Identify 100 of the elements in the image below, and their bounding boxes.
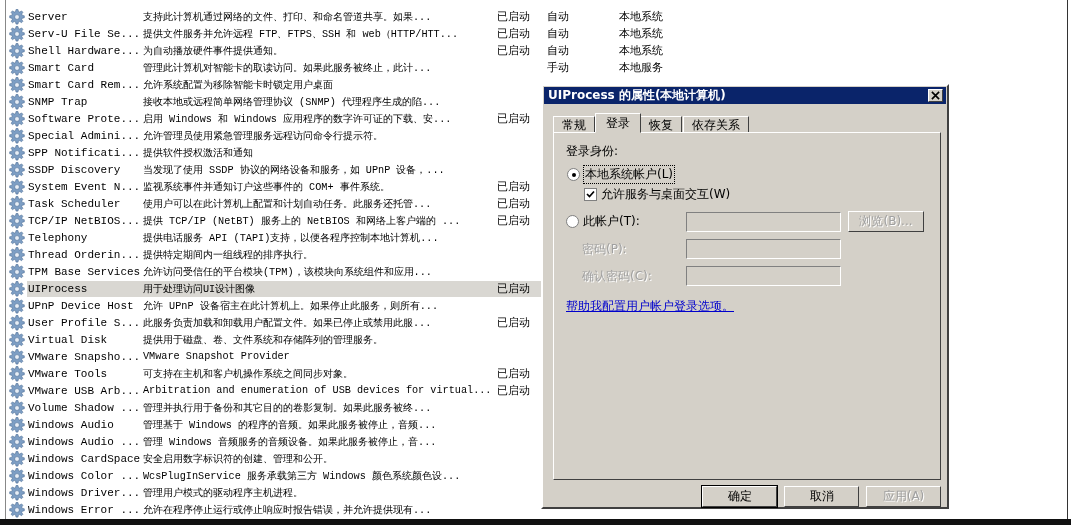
- gear-icon: [9, 8, 25, 25]
- tab[interactable]: 登录: [595, 113, 641, 134]
- service-status: 已启动: [497, 27, 530, 40]
- service-name: Windows Color ...: [28, 469, 142, 482]
- service-name: Software Prote...: [28, 112, 142, 125]
- gear-icon: [9, 365, 25, 382]
- service-description: 允许管理员使用紧急管理服务远程访问命令行提示符。: [143, 129, 384, 143]
- service-description: 可支持在主机和客户机操作系统之间同步对象。: [143, 367, 354, 381]
- radio-button[interactable]: [567, 168, 580, 182]
- service-name: SNMP Trap: [28, 95, 89, 108]
- gear-icon: [9, 195, 25, 212]
- service-name: Special Admini...: [28, 129, 142, 142]
- logon-account: 本地系统: [619, 10, 663, 23]
- checkbox-label: 允许服务与桌面交互(W): [601, 186, 731, 204]
- radio-label: 此帐户(T):: [583, 213, 640, 231]
- service-description: 为自动播放硬件事件提供通知。: [143, 44, 284, 58]
- service-name: UPnP Device Host: [28, 299, 135, 312]
- service-name: User Profile S...: [28, 316, 142, 329]
- service-description: 允许系统配置为移除智能卡时锁定用户桌面: [143, 78, 334, 92]
- service-name: VMware USB Arb...: [28, 384, 142, 397]
- startup-type: 自动: [547, 10, 569, 23]
- gear-icon: [9, 59, 25, 76]
- gear-icon: [9, 416, 25, 433]
- gear-icon: [9, 450, 25, 467]
- service-description: 用于处理访问UI设计图像: [143, 282, 257, 296]
- gear-icon: [9, 229, 25, 246]
- service-description: 提供软件授权激活和通知: [143, 146, 254, 160]
- gear-icon: [9, 127, 25, 144]
- service-name: Volume Shadow ...: [28, 401, 142, 414]
- gear-icon: [9, 144, 25, 161]
- gear-icon: [9, 331, 25, 348]
- service-name: Telephony: [28, 231, 89, 244]
- service-status: 已启动: [497, 180, 530, 193]
- gear-icon: [9, 501, 25, 518]
- service-name: Windows Audio: [28, 418, 115, 431]
- gear-icon: [9, 433, 25, 450]
- gear-icon: [9, 484, 25, 501]
- gear-icon: [9, 263, 25, 280]
- service-description: 提供文件服务并允许远程 FTP、FTPS、SSH 和 web（HTTP/HTT...: [143, 27, 460, 41]
- service-description: 允许 UPnP 设备宿主在此计算机上。如果停止此服务，则所有...: [143, 299, 440, 313]
- service-status: 已启动: [497, 112, 530, 125]
- gear-icon: [9, 76, 25, 93]
- dialog-button[interactable]: 确定: [702, 486, 777, 507]
- help-link[interactable]: 帮助我配置用户帐户登录选项。: [566, 298, 734, 316]
- service-description: Arbitration and enumeration of USB devices for virtual...: [143, 385, 493, 396]
- logon-as-label: 登录身份:: [566, 143, 619, 161]
- service-name: Shell Hardware...: [28, 44, 142, 57]
- service-description: 管理此计算机对智能卡的取读访问。如果此服务被终止，此计...: [143, 61, 433, 75]
- service-name: Windows Driver...: [28, 486, 142, 499]
- service-description: 当发现了使用 SSDP 协议的网络设备和服务，如 UPnP 设备，...: [143, 163, 446, 177]
- radio-label: 本地系统帐户(L): [584, 166, 675, 184]
- service-description: 管理基于 Windows 的程序的音频。如果此服务被停止，音频...: [143, 418, 438, 432]
- gear-icon: [9, 297, 25, 314]
- gear-icon: [9, 110, 25, 127]
- service-description: 允许访问受信任的平台模块(TPM)，该模块向系统组件和应用...: [143, 265, 433, 279]
- service-description: 管理 Windows 音频服务的音频设备。如果此服务被停止，音...: [143, 435, 438, 449]
- service-name: VMware Tools: [28, 367, 109, 380]
- service-name: SPP Notificati...: [28, 146, 142, 159]
- dialog-button[interactable]: 取消: [784, 486, 859, 507]
- close-button[interactable]: [928, 89, 943, 103]
- service-description: 安全启用数字标识符的创建、管理和公开。: [143, 452, 334, 466]
- checkbox[interactable]: [584, 188, 597, 202]
- logon-account: 本地服务: [619, 61, 663, 74]
- service-description: 允许在程序停止运行或停止响应时报告错误，并允许提供现有...: [143, 503, 433, 517]
- gear-icon: [9, 382, 25, 399]
- service-name: UIProcess: [28, 282, 89, 295]
- service-description: 管理并执行用于备份和其它目的的卷影复制。如果此服务被终...: [143, 401, 433, 415]
- service-description: 接收本地或远程简单网络管理协议 (SNMP) 代理程序生成的陷...: [143, 95, 442, 109]
- service-status: 已启动: [497, 10, 530, 23]
- service-name: TPM Base Services: [28, 265, 142, 278]
- service-status: 已启动: [497, 316, 530, 329]
- service-name: TCP/IP NetBIOS...: [28, 214, 142, 227]
- service-name: SSDP Discovery: [28, 163, 122, 176]
- gear-icon: [9, 212, 25, 229]
- startup-type: 手动: [547, 61, 569, 74]
- service-description: 启用 Windows 和 Windows 应用程序的数字许可证的下载、安...: [143, 112, 453, 126]
- service-name: Smart Card Rem...: [28, 78, 142, 91]
- service-description: 此服务负责加载和卸载用户配置文件。如果已停止或禁用此服...: [143, 316, 433, 330]
- gear-icon: [9, 42, 25, 59]
- service-description: 提供电话服务 API (TAPI)支持，以便各程序控制本地计算机...: [143, 231, 440, 245]
- close-icon: [931, 91, 940, 101]
- service-status: 已启动: [497, 384, 530, 397]
- service-status: 已启动: [497, 44, 530, 57]
- service-description: 管理用户模式的驱动程序主机进程。: [143, 486, 304, 500]
- service-description: VMware Snapshot Provider: [143, 351, 291, 362]
- service-name: Windows Audio ...: [28, 435, 142, 448]
- service-description: 监视系统事件并通知订户这些事件的 COM+ 事件系统。: [143, 180, 391, 194]
- service-name: Task Scheduler: [28, 197, 122, 210]
- gear-icon: [9, 161, 25, 178]
- service-name: Server: [28, 10, 69, 23]
- service-status: 已启动: [497, 282, 530, 295]
- service-name: System Event N...: [28, 180, 142, 193]
- gear-icon: [9, 467, 25, 484]
- service-description: 提供 TCP/IP (NetBT) 服务上的 NetBIOS 和网络上客户端的 ...: [143, 214, 462, 228]
- dialog-title: UIProcess 的属性(本地计算机): [548, 87, 726, 105]
- service-name: VMware Snapsho...: [28, 350, 142, 363]
- radio-button[interactable]: [566, 215, 579, 229]
- gear-icon: [9, 178, 25, 195]
- startup-type: 自动: [547, 44, 569, 57]
- gear-icon: [9, 246, 25, 263]
